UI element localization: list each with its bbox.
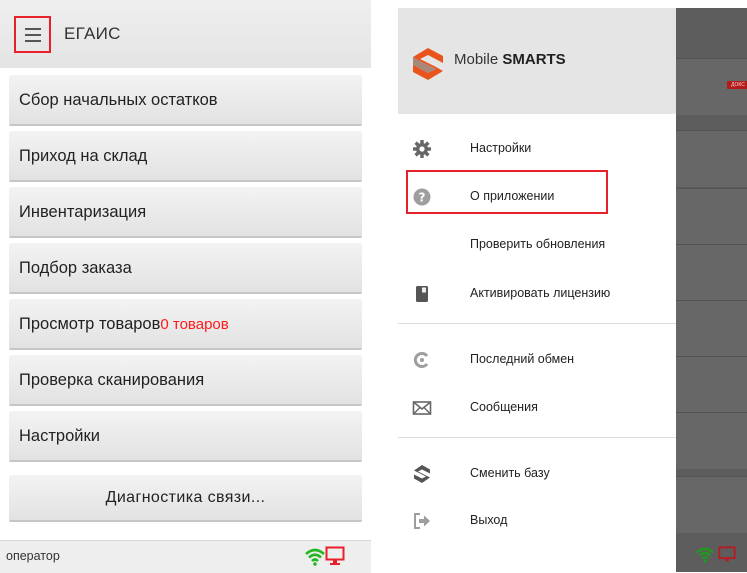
switch-base-icon (414, 465, 430, 483)
dimmed-menu-row (676, 130, 747, 187)
license-icon (416, 286, 428, 302)
hamburger-menu-icon[interactable] (14, 16, 51, 53)
drawer-item-messages[interactable]: Сообщения (398, 388, 676, 428)
menu-button-label: Инвентаризация (19, 203, 147, 221)
drawer-item-label: Активировать лицензию (470, 286, 611, 300)
menu-button-label: Подбор заказа (19, 259, 132, 277)
menu-button-label: Сбор начальных остатков (19, 91, 218, 109)
egais-main-screen: ЕГАИС Сбор начальных остатков Приход на … (0, 0, 371, 573)
menu-button-label: Приход на склад (19, 147, 148, 165)
dimmed-menu-row (676, 356, 747, 413)
drawer-item-label: Сообщения (470, 400, 538, 414)
mobile-smarts-logo-icon (413, 48, 443, 80)
operator-label: оператор (6, 549, 60, 563)
drawer-item-activate-license[interactable]: Активировать лицензию (398, 274, 676, 314)
drawer-divider (398, 437, 676, 438)
drawer-item-label: Настройки (470, 141, 532, 155)
drawer-item-label: Проверить обновления (470, 237, 606, 251)
menu-button-view-goods[interactable]: Просмотр товаров0 товаров (9, 299, 362, 350)
monitor-icon (718, 546, 736, 562)
navigation-drawer: Mobile SMARTS Настройки ? О приложении П… (398, 8, 676, 572)
menu-button-inventory[interactable]: Инвентаризация (9, 187, 362, 238)
dimmed-badge: ДОКС (727, 81, 747, 89)
drawer-item-settings[interactable]: Настройки (398, 129, 676, 169)
dimmed-menu-row (676, 188, 747, 245)
wifi-icon (696, 547, 714, 563)
menu-button-label: Проверка сканирования (19, 371, 205, 389)
exchange-icon (413, 352, 429, 368)
drawer-item-check-updates[interactable]: Проверить обновления (398, 225, 676, 265)
drawer-header: Mobile SMARTS (398, 8, 676, 114)
app-header: ЕГАИС (0, 0, 371, 68)
brand-name: Mobile SMARTS (454, 51, 566, 68)
exit-icon (414, 513, 430, 529)
drawer-item-switch-base[interactable]: Сменить базу (398, 454, 676, 494)
diagnostics-button[interactable]: Диагностика связи... (9, 475, 362, 522)
menu-button-order-picking[interactable]: Подбор заказа (9, 243, 362, 294)
dimmed-menu-row (676, 412, 747, 469)
brand-name-regular: Mobile (454, 51, 503, 68)
drawer-item-label: Последний обмен (470, 352, 575, 366)
status-bar: оператор (0, 540, 371, 573)
drawer-divider (398, 323, 676, 324)
dimmed-menu-row (676, 300, 747, 357)
brand-name-bold: SMARTS (502, 51, 566, 68)
drawer-item-exit[interactable]: Выход (398, 501, 676, 541)
navigation-drawer-screen: Mobile SMARTS Настройки ? О приложении П… (398, 8, 747, 572)
dimmed-menu-row (676, 476, 747, 533)
wifi-icon (305, 548, 325, 566)
menu-button-initial-balances[interactable]: Сбор начальных остатков (9, 75, 362, 126)
envelope-icon (412, 401, 432, 415)
monitor-icon (325, 546, 345, 565)
menu-button-label: Просмотр товаров (19, 315, 161, 333)
about-highlight-frame (406, 170, 608, 214)
drawer-item-label: Сменить базу (470, 466, 550, 480)
menu-button-scan-check[interactable]: Проверка сканирования (9, 355, 362, 406)
gear-icon (413, 140, 431, 158)
dimmed-menu-row (676, 244, 747, 301)
menu-button-settings[interactable]: Настройки (9, 411, 362, 462)
drawer-item-last-exchange[interactable]: Последний обмен (398, 340, 676, 380)
menu-button-warehouse-receipt[interactable]: Приход на склад (9, 131, 362, 182)
dimmed-background-overlay[interactable]: ДОКС (676, 8, 747, 572)
goods-count-badge: 0 товаров (160, 316, 229, 333)
app-title: ЕГАИС (64, 24, 121, 43)
drawer-item-label: Выход (470, 513, 508, 527)
menu-button-label: Настройки (19, 427, 100, 445)
